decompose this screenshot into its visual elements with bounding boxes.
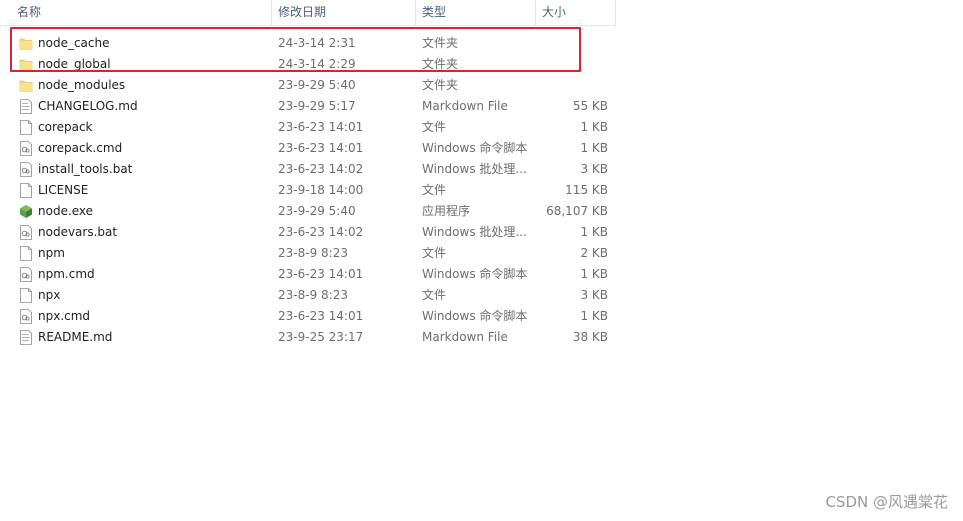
file-size: 1 KB bbox=[580, 309, 608, 323]
file-size: 68,107 KB bbox=[546, 204, 608, 218]
file-type: Markdown File bbox=[422, 330, 508, 344]
file-modified-date: 23-6-23 14:02 bbox=[278, 225, 364, 239]
script-file-icon bbox=[19, 225, 33, 240]
file-type: 文件 bbox=[422, 246, 447, 260]
markdown-file-icon bbox=[19, 99, 33, 114]
file-row[interactable]: corepack.cmd 23-6-23 14:01 Windows 命令脚本 1 K… bbox=[0, 138, 616, 159]
file-type: Windows 批处理... bbox=[422, 162, 527, 176]
file-row[interactable]: node.exe 23-9-29 5:40 应用程序 68,107 KB bbox=[0, 201, 616, 222]
file-icon bbox=[19, 183, 33, 198]
script-file-icon bbox=[19, 267, 33, 282]
file-type: 文件夹 bbox=[422, 78, 459, 92]
file-name: LICENSE bbox=[38, 183, 89, 197]
file-size: 1 KB bbox=[580, 141, 608, 155]
column-header-date[interactable]: 修改日期 bbox=[272, 0, 416, 25]
column-header-bar: 名称 ^ 修改日期 类型 大小 bbox=[0, 0, 616, 26]
column-header-type-label: 类型 bbox=[422, 5, 447, 19]
file-row[interactable]: corepack 23-6-23 14:01 文件 1 KB bbox=[0, 117, 616, 138]
file-name: npm.cmd bbox=[38, 267, 95, 281]
folder-icon bbox=[19, 57, 33, 72]
file-modified-date: 23-9-25 23:17 bbox=[278, 330, 364, 344]
file-name: npx.cmd bbox=[38, 309, 91, 323]
file-row[interactable]: CHANGELOG.md 23-9-29 5:17 Markdown File 55 … bbox=[0, 96, 616, 117]
file-type: 文件夹 bbox=[422, 36, 459, 50]
file-row[interactable]: npx 23-8-9 8:23 文件 3 KB bbox=[0, 285, 616, 306]
file-type: 文件夹 bbox=[422, 57, 459, 71]
column-header-name-label: 名称 bbox=[17, 5, 42, 19]
file-list: node_cache 24-3-14 2:31 文件夹 node_global 24-3… bbox=[0, 33, 616, 348]
file-name: README.md bbox=[38, 330, 113, 344]
file-name: corepack.cmd bbox=[38, 141, 123, 155]
column-header-type[interactable]: 类型 bbox=[416, 0, 536, 25]
file-type: Windows 命令脚本 bbox=[422, 267, 528, 281]
file-modified-date: 23-6-23 14:01 bbox=[278, 141, 364, 155]
file-name: node_global bbox=[38, 57, 111, 71]
file-size: 1 KB bbox=[580, 120, 608, 134]
file-modified-date: 23-6-23 14:01 bbox=[278, 309, 364, 323]
file-modified-date: 23-6-23 14:01 bbox=[278, 267, 364, 281]
file-modified-date: 23-9-29 5:40 bbox=[278, 204, 356, 218]
file-name: node.exe bbox=[38, 204, 94, 218]
file-size: 3 KB bbox=[580, 162, 608, 176]
file-name: npm bbox=[38, 246, 65, 260]
file-type: 文件 bbox=[422, 288, 447, 302]
markdown-file-icon bbox=[19, 330, 33, 345]
file-name: install_tools.bat bbox=[38, 162, 133, 176]
file-row[interactable]: node_global 24-3-14 2:29 文件夹 bbox=[0, 54, 616, 75]
file-row[interactable]: npm 23-8-9 8:23 文件 2 KB bbox=[0, 243, 616, 264]
file-row[interactable]: README.md 23-9-25 23:17 Markdown File 38 KB bbox=[0, 327, 616, 348]
file-size: 38 KB bbox=[572, 330, 608, 344]
file-size: 115 KB bbox=[565, 183, 608, 197]
file-row[interactable]: nodevars.bat 23-6-23 14:02 Windows 批处理... 1… bbox=[0, 222, 616, 243]
file-name: node_modules bbox=[38, 78, 126, 92]
file-name: node_cache bbox=[38, 36, 110, 50]
file-modified-date: 23-8-9 8:23 bbox=[278, 246, 348, 260]
file-modified-date: 24-3-14 2:29 bbox=[278, 57, 356, 71]
file-row[interactable]: npx.cmd 23-6-23 14:01 Windows 命令脚本 1 KB bbox=[0, 306, 616, 327]
file-modified-date: 24-3-14 2:31 bbox=[278, 36, 356, 50]
column-header-size[interactable]: 大小 bbox=[536, 0, 616, 25]
file-icon bbox=[19, 120, 33, 135]
file-modified-date: 23-6-23 14:01 bbox=[278, 120, 364, 134]
file-size: 55 KB bbox=[572, 99, 608, 113]
file-modified-date: 23-8-9 8:23 bbox=[278, 288, 348, 302]
watermark: CSDN @风遇棠花 bbox=[825, 493, 948, 511]
file-type: Windows 批处理... bbox=[422, 225, 527, 239]
script-file-icon bbox=[19, 162, 33, 177]
file-row[interactable]: npm.cmd 23-6-23 14:01 Windows 命令脚本 1 KB bbox=[0, 264, 616, 285]
file-modified-date: 23-9-29 5:17 bbox=[278, 99, 356, 113]
file-row[interactable]: node_cache 24-3-14 2:31 文件夹 bbox=[0, 33, 616, 54]
file-type: 应用程序 bbox=[422, 204, 471, 218]
file-name: corepack bbox=[38, 120, 93, 134]
file-type: Windows 命令脚本 bbox=[422, 309, 528, 323]
file-row[interactable]: LICENSE 23-9-18 14:00 文件 115 KB bbox=[0, 180, 616, 201]
column-header-size-label: 大小 bbox=[542, 5, 567, 19]
file-type: 文件 bbox=[422, 183, 447, 197]
file-modified-date: 23-9-29 5:40 bbox=[278, 78, 356, 92]
script-file-icon bbox=[19, 309, 33, 324]
file-modified-date: 23-6-23 14:02 bbox=[278, 162, 364, 176]
file-type: Markdown File bbox=[422, 99, 508, 113]
file-explorer: 名称 ^ 修改日期 类型 大小 node_cache 24-3-14 2:31 文件… bbox=[0, 0, 963, 521]
file-row[interactable]: install_tools.bat 23-6-23 14:02 Windows 批处… bbox=[0, 159, 616, 180]
file-icon bbox=[19, 288, 33, 303]
folder-icon bbox=[19, 36, 33, 51]
column-header-date-label: 修改日期 bbox=[278, 5, 327, 19]
sort-ascending-icon: ^ bbox=[137, 0, 145, 5]
folder-icon bbox=[19, 78, 33, 93]
file-size: 2 KB bbox=[580, 246, 608, 260]
file-row[interactable]: node_modules 23-9-29 5:40 文件夹 bbox=[0, 75, 616, 96]
file-name: nodevars.bat bbox=[38, 225, 118, 239]
file-modified-date: 23-9-18 14:00 bbox=[278, 183, 364, 197]
file-size: 3 KB bbox=[580, 288, 608, 302]
script-file-icon bbox=[19, 141, 33, 156]
file-size: 1 KB bbox=[580, 225, 608, 239]
file-type: 文件 bbox=[422, 120, 447, 134]
node-exe-icon bbox=[19, 204, 33, 219]
file-name: npx bbox=[38, 288, 61, 302]
file-size: 1 KB bbox=[580, 267, 608, 281]
file-icon bbox=[19, 246, 33, 261]
file-type: Windows 命令脚本 bbox=[422, 141, 528, 155]
file-name: CHANGELOG.md bbox=[38, 99, 138, 113]
